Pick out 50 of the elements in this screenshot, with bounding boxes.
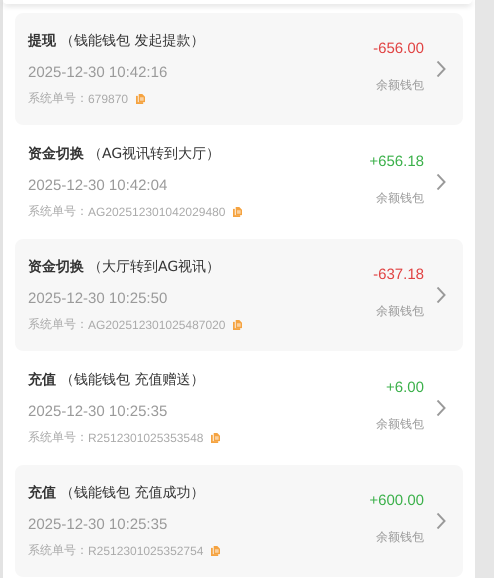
record-title: 充值 bbox=[28, 484, 56, 502]
amount: -637.18 bbox=[373, 266, 424, 283]
wallet-name: 余额钱包 bbox=[376, 529, 424, 546]
record-card[interactable]: 充值 （钱能钱包 充值成功） 2025-12-30 10:25:35 系统单号：R2512301025352754 +600.00 余额钱包 bbox=[15, 465, 463, 577]
order-label: 系统单号： bbox=[28, 90, 88, 107]
record-note: （AG视讯转到大厅） bbox=[88, 145, 220, 163]
record-note: （钱能钱包 充值赠送） bbox=[60, 371, 204, 389]
record-card[interactable]: 资金切换 （大厅转到AG视讯） 2025-12-30 10:25:50 系统单号：AG202512301025487020 -637.18 余额钱包 bbox=[15, 239, 463, 351]
record-title: 资金切换 bbox=[28, 258, 84, 276]
copy-icon[interactable] bbox=[211, 546, 220, 556]
amount: +600.00 bbox=[369, 492, 424, 509]
chevron-right-icon bbox=[436, 173, 446, 191]
wallet-name: 余额钱包 bbox=[376, 190, 424, 207]
record-title: 提现 bbox=[28, 32, 56, 50]
chevron-right-icon bbox=[436, 60, 446, 78]
record-title: 充值 bbox=[28, 371, 56, 389]
wallet-name: 余额钱包 bbox=[376, 416, 424, 433]
order-number: AG202512301025487020 bbox=[88, 318, 226, 332]
record-note: （钱能钱包 充值成功） bbox=[60, 484, 204, 502]
chevron-right-icon bbox=[436, 399, 446, 417]
copy-icon[interactable] bbox=[233, 206, 242, 216]
amount: +6.00 bbox=[386, 379, 424, 396]
record-time: 2025-12-30 10:25:50 bbox=[28, 290, 168, 307]
wallet-name: 余额钱包 bbox=[376, 303, 424, 320]
order-label: 系统单号： bbox=[28, 316, 88, 333]
record-time: 2025-12-30 10:25:35 bbox=[28, 403, 168, 420]
copy-icon[interactable] bbox=[136, 94, 146, 104]
amount: -656.00 bbox=[373, 40, 424, 57]
copy-icon[interactable] bbox=[211, 432, 220, 442]
order-label: 系统单号： bbox=[28, 203, 88, 220]
record-time: 2025-12-30 10:42:04 bbox=[28, 177, 168, 194]
order-label: 系统单号： bbox=[28, 542, 88, 559]
wallet-name: 余额钱包 bbox=[376, 77, 424, 94]
record-card[interactable]: 资金切换 （AG视讯转到大厅） 2025-12-30 10:42:04 系统单号：AG202512301042029480 +656.18 余额钱包 bbox=[15, 126, 463, 238]
record-card[interactable]: 充值 （钱能钱包 充值赠送） 2025-12-30 10:25:35 系统单号：R2512301025353548 +6.00 余额钱包 bbox=[15, 352, 463, 464]
copy-icon[interactable] bbox=[233, 320, 242, 330]
chevron-right-icon bbox=[436, 286, 446, 304]
amount: +656.18 bbox=[369, 153, 424, 170]
order-number: R2512301025352754 bbox=[88, 544, 204, 558]
record-time: 2025-12-30 10:42:16 bbox=[28, 64, 168, 81]
record-time: 2025-12-30 10:25:35 bbox=[28, 516, 168, 533]
record-note: （钱能钱包 发起提款） bbox=[60, 32, 204, 50]
order-number: AG202512301042029480 bbox=[88, 204, 226, 218]
record-note: （大厅转到AG视讯） bbox=[88, 258, 220, 276]
chevron-right-icon bbox=[436, 512, 446, 530]
order-number: R2512301025353548 bbox=[88, 430, 204, 444]
order-label: 系统单号： bbox=[28, 429, 88, 446]
record-title: 资金切换 bbox=[28, 145, 84, 163]
record-card[interactable]: 提现 （钱能钱包 发起提款） 2025-12-30 10:42:16 系统单号：679870 -656.00 余额钱包 bbox=[15, 13, 463, 125]
order-number: 679870 bbox=[88, 92, 128, 106]
